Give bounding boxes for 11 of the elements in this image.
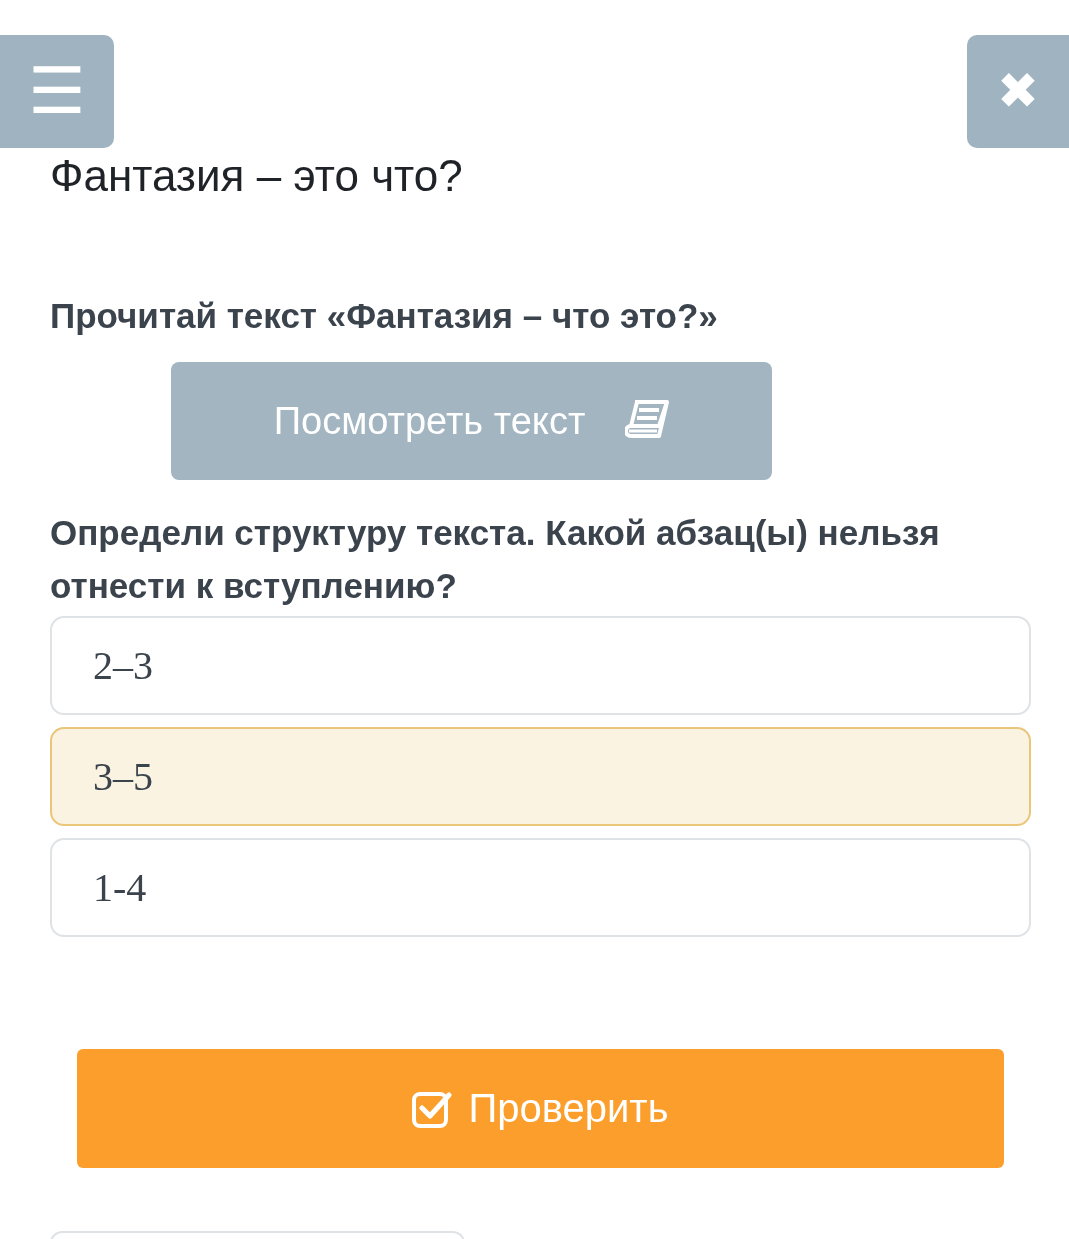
close-button[interactable]: ✖ bbox=[967, 35, 1069, 148]
answer-option[interactable]: 3–5 bbox=[50, 727, 1031, 826]
view-text-button[interactable]: Посмотреть текст bbox=[171, 362, 772, 480]
menu-button[interactable]: ☰ bbox=[0, 35, 114, 148]
page-title: Фантазия – это что? bbox=[50, 150, 464, 202]
answer-option[interactable]: 1-4 bbox=[50, 838, 1031, 937]
instruction-text: Прочитай текст «Фантазия – что это?» bbox=[50, 295, 719, 337]
checkbox-icon bbox=[412, 1089, 453, 1128]
question-text: Определи структуру текста. Какой абзац(ы) нельзя отнести к вступлению? bbox=[50, 512, 941, 607]
check-button[interactable]: Проверить bbox=[77, 1049, 1004, 1168]
answer-option[interactable]: 2–3 bbox=[50, 616, 1031, 715]
